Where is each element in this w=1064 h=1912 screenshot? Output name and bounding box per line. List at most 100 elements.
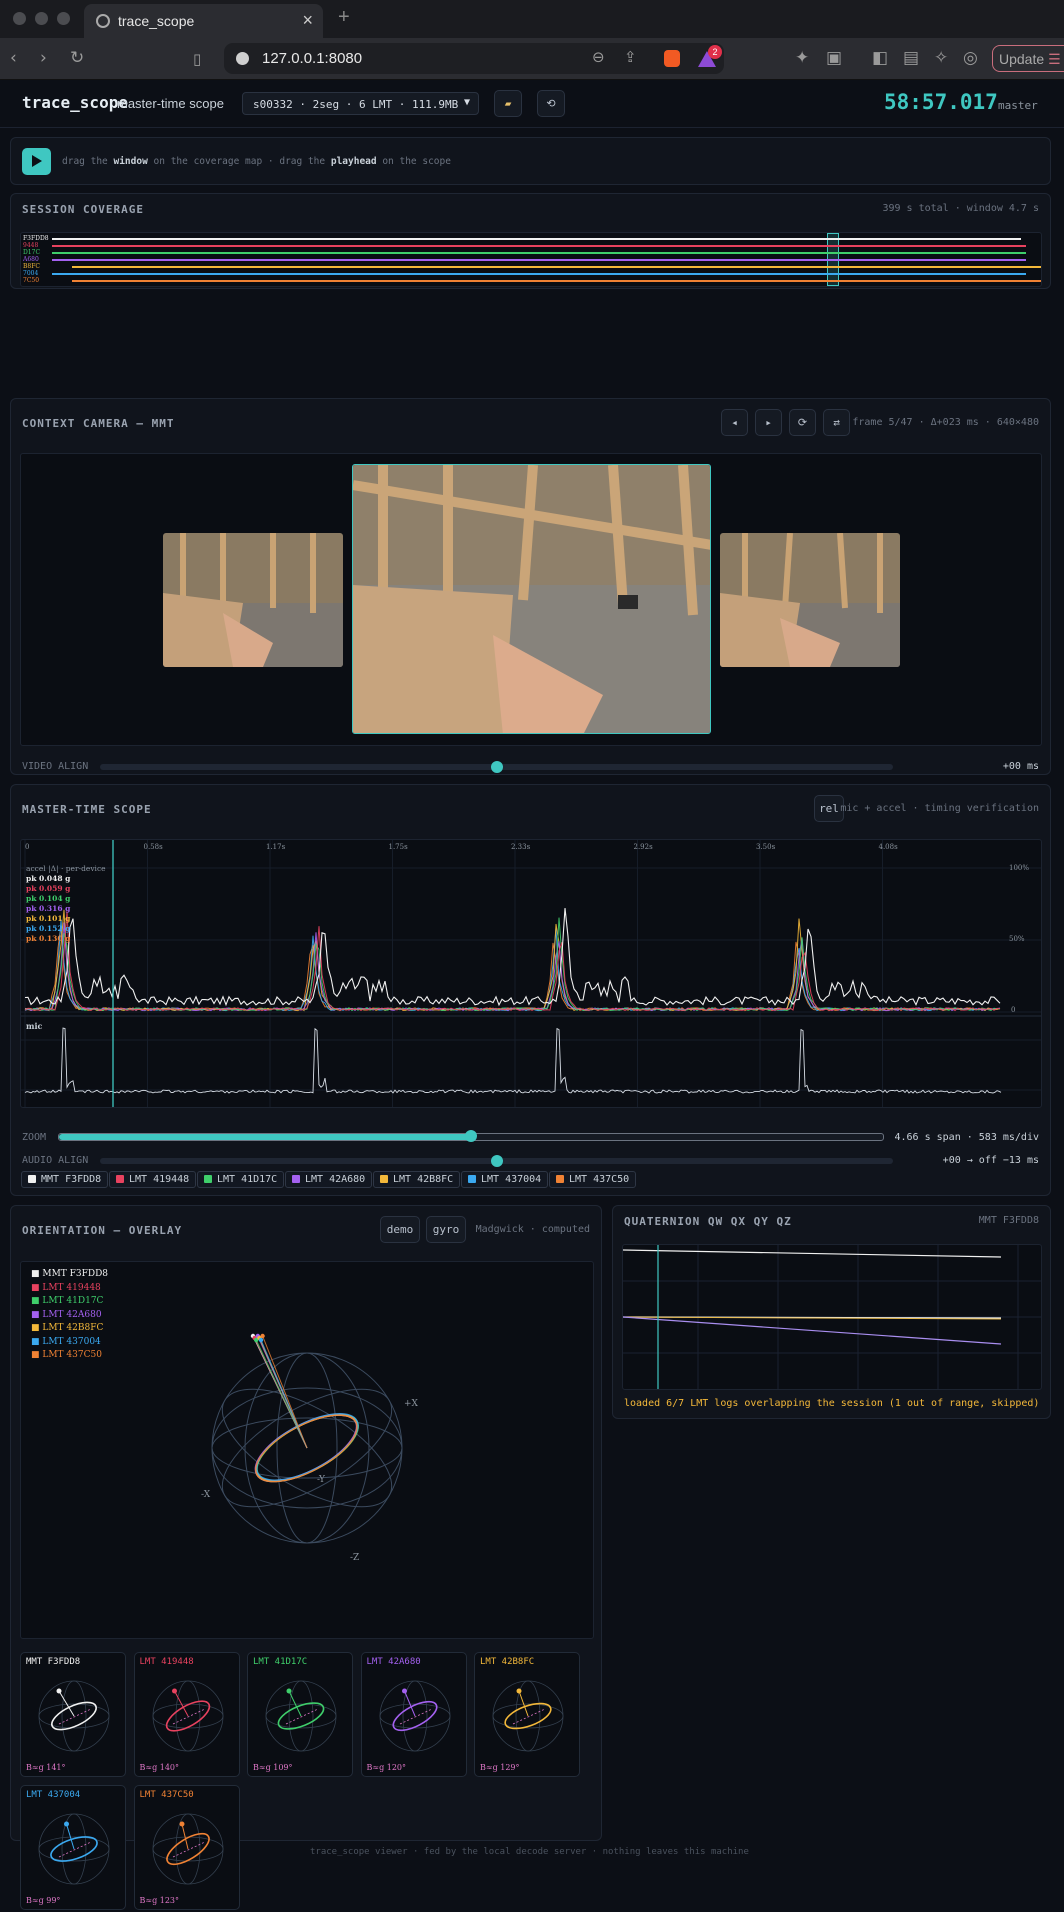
device-chip[interactable]: LMT 437004 xyxy=(461,1171,549,1188)
demo-button[interactable]: demo xyxy=(380,1216,420,1243)
audio-align-slider[interactable] xyxy=(100,1155,893,1167)
device-orientation-card[interactable]: LMT 419448 B≈g 140° xyxy=(133,1652,240,1777)
coverage-row-label: F3FDD8 xyxy=(23,235,49,242)
zoom-knob[interactable] xyxy=(465,1130,477,1142)
orientation-legend: ■ MMT F3FDD8 ■ LMT 419448 ■ LMT 41D17C ■ LM… xyxy=(31,1268,108,1363)
accel-trace xyxy=(24,908,1001,1007)
device-color-swatch xyxy=(116,1175,124,1183)
device-orientation-card[interactable]: LMT 42B8FC B≈g 129° xyxy=(474,1652,580,1777)
share-icon[interactable]: ⇪ xyxy=(624,48,637,66)
reload-icon[interactable]: ↻ xyxy=(70,48,84,68)
audio-align-label: AUDIO ALIGN xyxy=(22,1155,89,1166)
reset-frame-button[interactable]: ⟳ xyxy=(789,409,816,436)
video-align-slider[interactable] xyxy=(100,761,893,773)
zoom-slider[interactable] xyxy=(58,1130,884,1142)
device-orientation-card[interactable]: LMT 437C50 B≈g 123° xyxy=(133,1785,240,1910)
swap-camera-button[interactable]: ⇄ xyxy=(823,409,850,436)
address-bar[interactable]: 127.0.0.1:8080 ⊖ ⇪ 2 xyxy=(224,43,724,74)
device-chip-label: MMT F3FDD8 xyxy=(41,1174,102,1185)
orientation-legend-item: ■ MMT F3FDD8 xyxy=(31,1269,109,1279)
orientation-legend-item: ■ LMT 437004 xyxy=(31,1336,101,1347)
quaternion-plot[interactable] xyxy=(622,1244,1042,1390)
camera-meta: frame 5/47 · Δ+023 ms · 640×480 xyxy=(852,417,1039,428)
device-orientation-card[interactable]: LMT 41D17C B≈g 109° xyxy=(247,1652,353,1777)
orientation-overlay[interactable]: ■ MMT F3FDD8 ■ LMT 419448 ■ LMT 41D17C ■ LM… xyxy=(20,1261,594,1639)
scope-canvas[interactable]: 0 0.58s 1.17s 1.75s 2.33s 2.92s 3.50s 4.08s 100%… xyxy=(20,839,1042,1108)
hint-text-2: on the coverage map · drag the xyxy=(147,156,331,167)
scope-tick-label: 2.92s xyxy=(634,843,654,851)
forward-icon[interactable]: › xyxy=(40,48,47,68)
orientation-needle-tip xyxy=(258,1337,264,1343)
audio-align-knob[interactable] xyxy=(490,1155,503,1167)
bookmark-icon[interactable]: ▯ xyxy=(193,50,201,68)
coverage-row-bar xyxy=(52,273,1026,275)
scope-tick-label: 1.75s xyxy=(389,843,409,851)
master-time-scope-panel: MASTER-TIME SCOPE rel mic + accel · timi… xyxy=(10,784,1051,1196)
gyro-button[interactable]: gyro xyxy=(426,1216,466,1243)
minimize-window-icon[interactable] xyxy=(35,12,48,25)
coverage-row-label: A680 xyxy=(23,256,39,263)
camera-frame-next[interactable] xyxy=(720,533,900,667)
wallet-icon[interactable]: ▤ xyxy=(903,48,919,68)
device-chip[interactable]: LMT 42B8FC xyxy=(373,1171,461,1188)
scope-plot[interactable]: 0 0.58s 1.17s 1.75s 2.33s 2.92s 3.50s 4.08s 100%… xyxy=(21,840,1041,1107)
device-chip[interactable]: LMT 41D17C xyxy=(197,1171,285,1188)
maximize-window-icon[interactable] xyxy=(57,12,70,25)
device-chip-label: LMT 42B8FC xyxy=(393,1174,454,1185)
brave-shield-icon[interactable] xyxy=(664,50,680,67)
camera-frame-current[interactable] xyxy=(352,464,711,734)
orientation-meta: Madgwick · computed xyxy=(475,1224,590,1235)
app-header: trace_scope master-time scope s00332 · 2… xyxy=(0,80,1064,128)
master-clock: 58:57.017 xyxy=(884,90,998,114)
mic-trace xyxy=(24,1027,1002,1094)
back-icon[interactable]: ‹ xyxy=(10,48,17,68)
scope-tick-label: 1.17s xyxy=(266,843,286,851)
coverage-row-label: 7004 xyxy=(23,270,39,277)
coverage-row-label: B8FC xyxy=(23,263,40,270)
new-tab-icon[interactable]: + xyxy=(338,6,350,29)
scope-pct-label: 50% xyxy=(1009,935,1025,943)
prev-frame-button[interactable]: ◂ xyxy=(721,409,748,436)
play-button[interactable] xyxy=(22,148,51,175)
orientation-legend-item: ■ LMT 419448 xyxy=(31,1282,101,1293)
device-orientation-card[interactable]: MMT F3FDD8 B≈g 141° xyxy=(20,1652,126,1777)
tab-title: trace_scope xyxy=(118,13,195,29)
zoom-value: 4.66 s span · 583 ms/div xyxy=(894,1132,1040,1143)
device-chip[interactable]: LMT 437C50 xyxy=(549,1171,637,1188)
camera-frame-prev[interactable] xyxy=(163,533,343,667)
open-folder-button[interactable]: ▰ xyxy=(494,90,522,117)
device-mini-sphere xyxy=(379,1680,450,1752)
accel-trace xyxy=(24,911,1001,1012)
coverage-title: SESSION COVERAGE xyxy=(22,203,144,216)
close-window-icon[interactable] xyxy=(13,12,26,25)
transport-bar: drag the window on the coverage map · dr… xyxy=(10,137,1051,185)
update-button[interactable]: Update ☰ xyxy=(992,45,1064,72)
device-chip[interactable]: LMT 42A680 xyxy=(285,1171,373,1188)
device-color-swatch xyxy=(556,1175,564,1183)
vpn-icon[interactable]: ◎ xyxy=(963,48,978,68)
sidebar-icon[interactable]: ◧ xyxy=(872,48,888,68)
extensions-icon[interactable]: ✦ xyxy=(795,48,809,68)
video-align-knob[interactable] xyxy=(490,761,503,773)
hint-text-1: drag the xyxy=(62,156,114,167)
device-orientation-card[interactable]: LMT 437004 B≈g 99° xyxy=(20,1785,126,1910)
peak-value: pk 0.101 g xyxy=(26,914,71,923)
device-orientation-card[interactable]: LMT 42A680 B≈g 120° xyxy=(360,1652,467,1777)
leo-ai-icon[interactable]: ✧ xyxy=(934,48,948,68)
qw-line xyxy=(622,1249,1002,1258)
device-chip-label: LMT 41D17C xyxy=(217,1174,278,1185)
next-frame-button[interactable]: ▸ xyxy=(755,409,782,436)
device-chip[interactable]: LMT 419448 xyxy=(109,1171,197,1188)
orientation-title: ORIENTATION — OVERLAY xyxy=(22,1224,183,1237)
session-select[interactable]: s00332 · 2seg · 6 LMT · 111.9MB ▼ xyxy=(242,92,479,115)
coverage-map[interactable]: F3FDD8 9448 D17C A680 B8FC 7004 7C50 xyxy=(20,232,1042,287)
close-tab-icon[interactable]: × xyxy=(302,10,313,31)
refresh-button[interactable]: ⟲ xyxy=(537,90,565,117)
zoom-out-icon[interactable]: ⊖ xyxy=(592,48,605,66)
browser-tab[interactable]: trace_scope × xyxy=(84,4,323,38)
screenshot-icon[interactable]: ▣ xyxy=(826,48,842,68)
scope-title: MASTER-TIME SCOPE xyxy=(22,803,152,816)
load-status: loaded 6/7 LMT logs overlapping the sess… xyxy=(624,1398,1040,1409)
site-info-icon[interactable] xyxy=(236,52,249,65)
device-chip[interactable]: MMT F3FDD8 xyxy=(21,1171,109,1188)
